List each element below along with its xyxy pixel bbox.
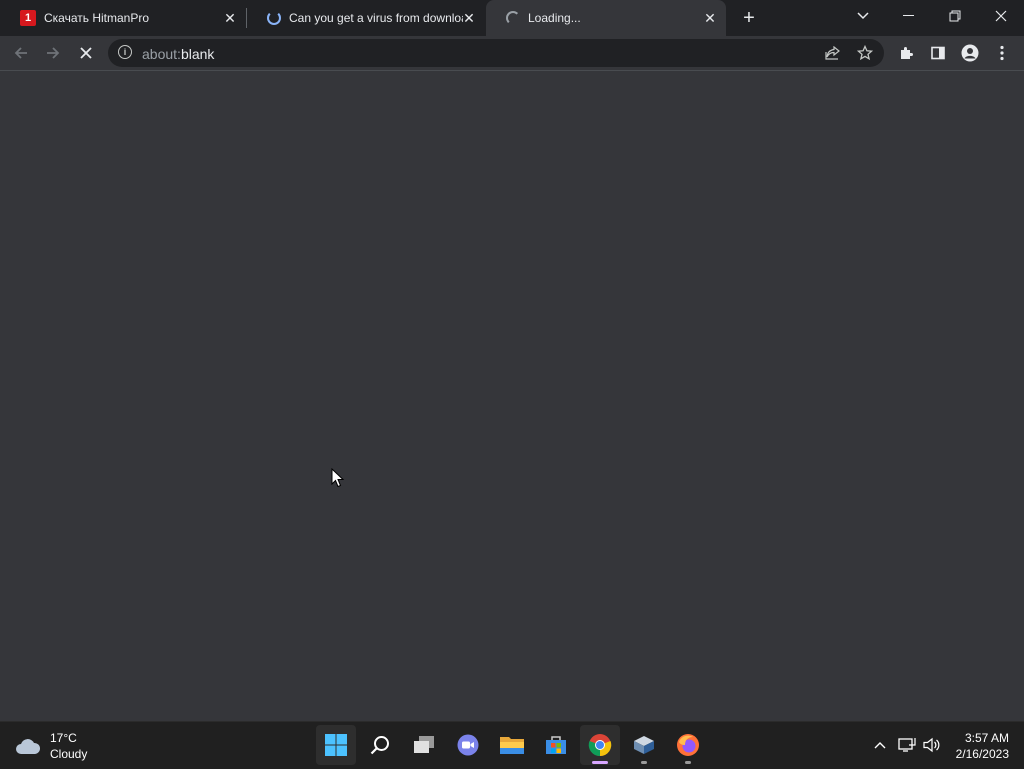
tab-close-button[interactable]: ✕ — [222, 10, 238, 26]
tab-close-button[interactable]: ✕ — [702, 10, 718, 26]
forward-button[interactable] — [41, 41, 65, 65]
minimize-icon — [903, 15, 914, 16]
microsoft-store-button[interactable] — [536, 725, 576, 765]
extensions-button[interactable] — [894, 41, 918, 65]
running-indicator — [592, 761, 608, 764]
firefox-button[interactable] — [668, 725, 708, 765]
windows-logo-icon — [325, 734, 347, 756]
info-icon[interactable]: i — [118, 45, 132, 59]
tab-close-button[interactable]: ✕ — [461, 10, 477, 26]
chrome-button[interactable] — [580, 725, 620, 765]
unknown-app-button[interactable] — [624, 725, 664, 765]
restore-icon — [949, 10, 961, 22]
share-icon[interactable] — [824, 44, 842, 62]
weather-condition: Cloudy — [50, 747, 88, 761]
new-tab-button[interactable]: + — [738, 7, 760, 29]
restore-button[interactable] — [938, 2, 972, 30]
volume-button[interactable] — [922, 735, 942, 755]
mouse-cursor-icon — [331, 468, 345, 488]
firefox-icon — [677, 734, 699, 756]
folder-icon — [500, 737, 524, 754]
tab-title: Can you get a virus from downloa — [289, 11, 463, 25]
cloud-icon — [16, 739, 41, 754]
menu-button[interactable] — [990, 41, 1014, 65]
side-panel-button[interactable] — [926, 41, 950, 65]
windows-taskbar: 17°C Cloudy 3:57 AM 2/16/2023 — [0, 721, 1024, 769]
url-path: blank — [180, 46, 215, 62]
close-icon — [80, 47, 92, 59]
weather-temperature: 17°C — [50, 731, 77, 745]
running-indicator — [641, 761, 647, 764]
back-button[interactable] — [9, 41, 33, 65]
network-button[interactable] — [897, 735, 917, 755]
clock-date: 2/16/2023 — [955, 747, 1009, 761]
url-text[interactable]: about:blank — [142, 46, 214, 62]
clock-time: 3:57 AM — [964, 731, 1009, 745]
tab-virus-article[interactable]: Can you get a virus from downloa ✕ — [247, 0, 485, 36]
chevron-up-icon — [874, 742, 886, 749]
loading-spinner-icon — [267, 11, 281, 25]
close-icon — [995, 10, 1007, 22]
puzzle-icon — [901, 47, 913, 59]
tab-strip: 1 Скачать HitmanPro ✕ Can you get a viru… — [0, 0, 1024, 36]
stop-loading-button[interactable] — [74, 41, 98, 65]
hitmanpro-logo-icon: 1 — [20, 10, 36, 26]
task-view-icon — [414, 736, 434, 753]
start-button[interactable] — [316, 725, 356, 765]
search-button[interactable] — [360, 725, 400, 765]
address-bar[interactable]: i about:blank — [108, 39, 884, 67]
chevron-down-icon — [857, 12, 869, 20]
show-hidden-icons-button[interactable] — [870, 735, 890, 755]
teams-chat-button[interactable] — [448, 725, 488, 765]
page-content[interactable] — [0, 71, 1024, 721]
store-icon — [546, 736, 566, 754]
close-window-button[interactable] — [984, 2, 1018, 30]
more-vert-icon — [1000, 45, 1004, 61]
system-clock[interactable]: 3:57 AM 2/16/2023 — [956, 730, 1009, 762]
tab-search-button[interactable] — [846, 2, 880, 30]
speaker-icon — [923, 737, 940, 753]
chrome-icon — [588, 734, 612, 757]
running-indicator — [685, 761, 691, 764]
app-icon — [634, 736, 654, 754]
tab-hitmanpro[interactable]: 1 Скачать HitmanPro ✕ — [0, 0, 246, 36]
minimize-button[interactable] — [892, 2, 926, 30]
weather-widget[interactable]: 17°C Cloudy — [14, 730, 87, 762]
tab-title: Скачать HitmanPro — [44, 11, 150, 25]
side-panel-icon — [931, 46, 945, 60]
search-icon — [370, 736, 389, 755]
loading-spinner-icon — [506, 11, 520, 25]
arrow-left-icon — [14, 47, 27, 59]
browser-toolbar: i about:blank — [0, 36, 1024, 71]
profile-button[interactable] — [958, 41, 982, 65]
tab-loading[interactable]: Loading... ✕ — [486, 0, 726, 36]
chat-icon — [457, 734, 479, 756]
network-icon — [898, 738, 916, 752]
file-explorer-button[interactable] — [492, 725, 532, 765]
arrow-right-icon — [47, 47, 60, 59]
bookmark-star-icon[interactable] — [856, 44, 874, 62]
url-scheme: about: — [142, 46, 181, 62]
profile-avatar-icon — [961, 44, 979, 62]
task-view-button[interactable] — [404, 725, 444, 765]
tab-title: Loading... — [528, 11, 581, 25]
